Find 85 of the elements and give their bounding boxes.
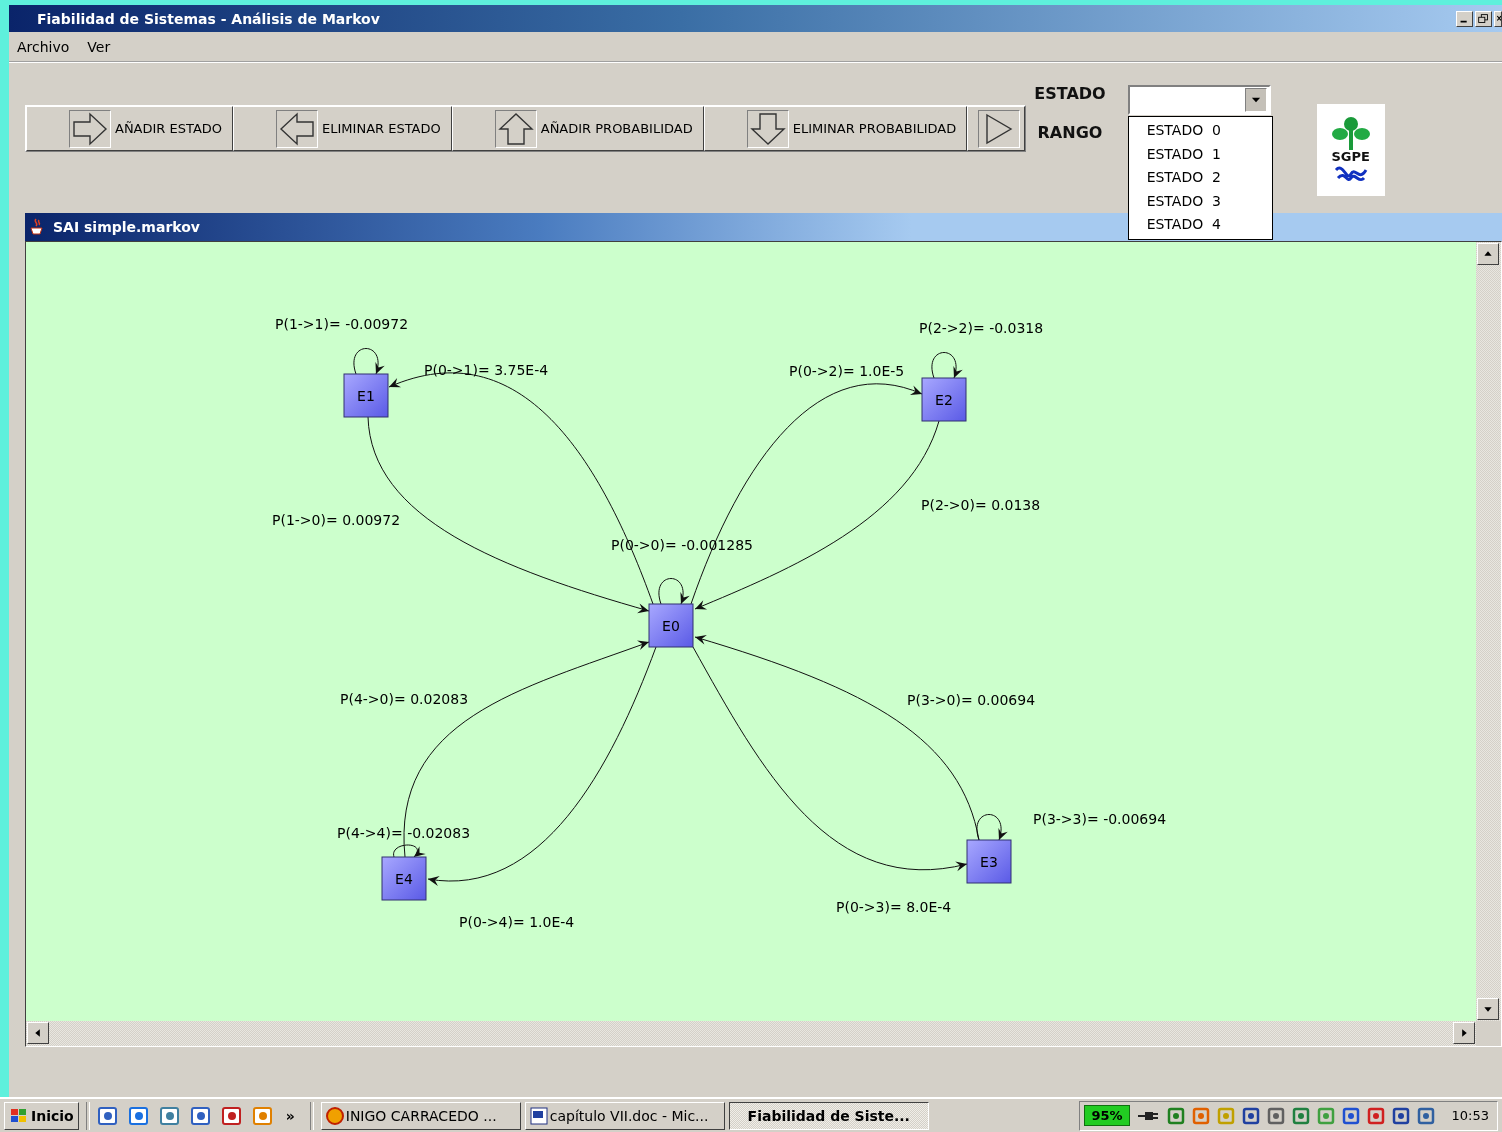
window-title: Fiabilidad de Sistemas - Análisis de Markov (36, 10, 380, 27)
menu-item[interactable]: Ver (87, 38, 111, 55)
state-node[interactable] (648, 603, 694, 648)
tray-icon[interactable] (1290, 1105, 1311, 1126)
transition-label: P(4->4)= -0.02083 (337, 825, 471, 841)
tray-icon[interactable] (1340, 1105, 1361, 1126)
transition-label: P(4->0)= 0.02083 (340, 691, 469, 707)
field-label: RANGO (1037, 123, 1103, 142)
arrow-icon (494, 109, 537, 148)
quick-launch-icon[interactable] (220, 1104, 243, 1127)
tray-icon[interactable] (1415, 1105, 1436, 1126)
scroll-right-icon[interactable] (1453, 1022, 1475, 1044)
tray-icon[interactable] (1365, 1105, 1386, 1126)
quick-launch-icon[interactable] (251, 1104, 274, 1127)
tray-icon[interactable] (1240, 1105, 1261, 1126)
transition-label: P(0->0)= -0.001285 (611, 537, 753, 553)
scroll-left-icon[interactable] (27, 1022, 49, 1044)
coffee-cup-icon (29, 218, 45, 236)
scroll-down-icon[interactable] (1477, 998, 1499, 1020)
tray-icon[interactable] (1390, 1105, 1411, 1126)
transition-label: P(0->3)= 8.0E-4 (836, 899, 952, 915)
transition-label: P(1->1)= -0.00972 (275, 316, 409, 332)
dropdown-option[interactable]: ESTADO 3 (1128, 189, 1272, 213)
taskbar-button[interactable]: capítulo VII.doc - Mic... (524, 1101, 725, 1130)
transition-arrow[interactable] (393, 844, 426, 858)
estado-dropdown[interactable] (1127, 85, 1271, 115)
play-button[interactable] (967, 106, 1026, 151)
transition-arrow[interactable] (353, 348, 385, 375)
state-label: E0 (662, 618, 680, 634)
circle-icon (325, 1106, 344, 1125)
transition-arrow[interactable] (976, 814, 1008, 841)
state-label: E2 (935, 392, 953, 408)
toolbar-button[interactable]: AÑADIR ESTADO (26, 106, 234, 151)
state-label: E3 (980, 854, 998, 870)
transition-label: P(3->3)= -0.00694 (1033, 811, 1167, 827)
document-title: SAI simple.markov (53, 219, 200, 235)
close-icon[interactable] (1494, 10, 1502, 27)
clock: 10:53 (1451, 1108, 1489, 1123)
transition-label: P(3->0)= 0.00694 (907, 692, 1036, 708)
state-node[interactable] (343, 373, 389, 418)
transition-label: P(2->0)= 0.0138 (921, 497, 1041, 513)
tray-icon[interactable] (1165, 1105, 1186, 1126)
dropdown-option[interactable]: ESTADO 0 (1128, 119, 1272, 143)
state-label: E4 (395, 871, 413, 887)
vertical-scrollbar[interactable] (1476, 242, 1501, 1021)
tree-icon (1330, 116, 1371, 150)
horizontal-scrollbar[interactable] (26, 1021, 1476, 1046)
toolbar-button[interactable]: ELIMINAR PROBABILIDAD (703, 106, 968, 151)
quick-launch-icon[interactable] (189, 1104, 212, 1127)
taskbar-button[interactable]: INIGO CARRACEDO ... (320, 1101, 521, 1130)
tray-icon[interactable] (1265, 1105, 1286, 1126)
transition-label: P(2->2)= -0.0318 (919, 320, 1044, 336)
menu-item[interactable]: Archivo (17, 38, 70, 55)
logo-text: SGPE (1331, 150, 1370, 164)
dropdown-option[interactable]: ESTADO 2 (1128, 166, 1272, 190)
quick-launch-icon[interactable] (158, 1104, 181, 1127)
field-label: ESTADO (1034, 84, 1106, 103)
state-node[interactable] (966, 839, 1012, 884)
minimize-icon[interactable] (1456, 10, 1473, 27)
flag-icon (9, 1106, 29, 1125)
play-icon (978, 109, 1021, 148)
transition-arrow[interactable] (658, 578, 690, 605)
dropdown-option[interactable]: ESTADO 4 (1128, 213, 1272, 237)
quick-launch-icon[interactable] (96, 1104, 119, 1127)
restore-icon[interactable] (1475, 10, 1492, 27)
document-icon (529, 1106, 548, 1125)
scroll-up-icon[interactable] (1477, 243, 1499, 265)
start-button[interactable]: Inicio (4, 1101, 79, 1130)
dropdown-option[interactable]: ESTADO 1 (1128, 142, 1272, 166)
transition-arrow[interactable] (931, 352, 963, 379)
transition-label: P(0->2)= 1.0E-5 (789, 363, 905, 379)
battery-meter[interactable]: 95% (1084, 1105, 1130, 1126)
state-node[interactable] (921, 377, 967, 422)
toolbar-button[interactable]: AÑADIR PROBABILIDAD (451, 106, 704, 151)
arrow-icon (746, 109, 789, 148)
more-chevron[interactable]: » (285, 1107, 295, 1124)
toolbar-button[interactable]: ELIMINAR ESTADO (233, 106, 452, 151)
state-node[interactable] (381, 856, 427, 901)
transition-label: P(0->4)= 1.0E-4 (459, 914, 575, 930)
taskbar-button[interactable]: Fiabilidad de Siste... (728, 1101, 929, 1130)
wave-icon (1332, 164, 1369, 184)
transition-label: P(0->1)= 3.75E-4 (424, 362, 549, 378)
transition-label: P(1->0)= 0.00972 (272, 512, 401, 528)
state-label: E1 (357, 388, 375, 404)
quick-launch-icon[interactable] (127, 1104, 150, 1127)
